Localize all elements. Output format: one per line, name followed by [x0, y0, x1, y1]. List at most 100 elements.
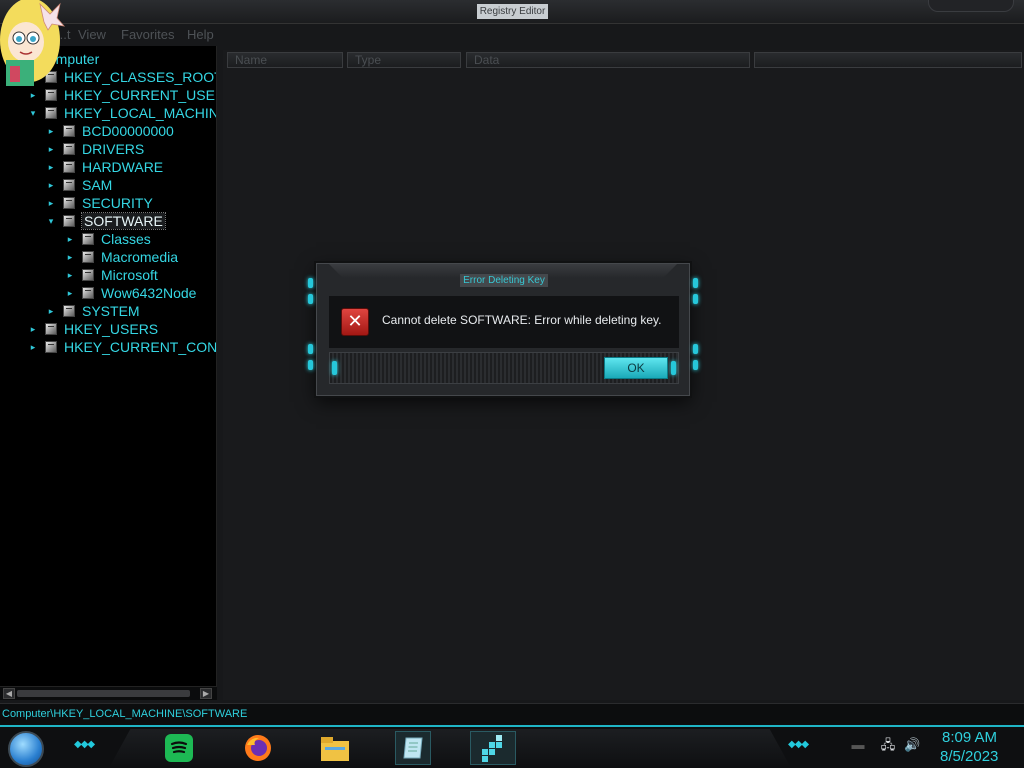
dialog-led-decoration — [693, 294, 698, 304]
dialog-led-decoration — [693, 360, 698, 370]
clock-time[interactable]: 8:09 AM — [942, 729, 997, 746]
registry-key-folder-icon — [45, 107, 57, 119]
horizontal-scrollbar[interactable]: ◀ ▶ — [0, 686, 217, 700]
start-button[interactable] — [8, 731, 44, 767]
tree-item[interactable]: ▸ Microsoft — [65, 266, 158, 284]
menu-help[interactable]: Help — [187, 27, 214, 42]
expand-arrow-icon[interactable]: ▸ — [46, 306, 56, 316]
tree-item[interactable]: ▸ Classes — [65, 230, 151, 248]
error-dialog[interactable]: Error Deleting Key ✕ Cannot delete SOFTW… — [308, 263, 698, 396]
tree-item[interactable]: ▾ SOFTWARE — [46, 212, 166, 230]
title-bar[interactable]: Registry Editor — [0, 0, 1024, 24]
tree-item[interactable]: ▸ BCD00000000 — [46, 122, 174, 140]
registry-tree[interactable]: ...mputer ▸HKEY_CLASSES_ROOT▸HKEY_CURREN… — [0, 46, 217, 686]
expand-arrow-icon[interactable]: ▸ — [46, 126, 56, 136]
registry-key-folder-icon — [63, 161, 75, 173]
tree-item[interactable]: ▸ SYSTEM — [46, 302, 140, 320]
expand-arrow-icon[interactable]: ▸ — [46, 198, 56, 208]
column-header-name[interactable]: Name — [227, 52, 343, 68]
expand-arrow-icon[interactable]: ▸ — [65, 234, 75, 244]
registry-key-folder-icon — [45, 89, 57, 101]
menu-view[interactable]: View — [78, 27, 106, 42]
registry-key-folder-icon — [63, 179, 75, 191]
column-header-data[interactable]: Data — [466, 52, 750, 68]
spotify-icon[interactable] — [162, 731, 196, 765]
expand-arrow-icon[interactable]: ▸ — [28, 342, 38, 352]
firefox-icon[interactable] — [241, 731, 275, 765]
network-icon[interactable]: 🖧 — [880, 737, 896, 753]
menu-favorites[interactable]: Favorites — [121, 27, 174, 42]
tree-item[interactable]: ▸ HARDWARE — [46, 158, 163, 176]
registry-key-folder-icon — [45, 341, 57, 353]
ok-button[interactable]: OK — [604, 357, 668, 379]
registry-key-folder-icon — [63, 215, 75, 227]
file-explorer-icon[interactable] — [318, 731, 352, 765]
dialog-led-decoration — [693, 344, 698, 354]
show-hidden-icons-icon[interactable]: ▬ — [850, 737, 866, 753]
tree-item-label: HKEY_USERS — [64, 321, 159, 337]
chevron-decoration-icon: ◆◆◆ — [788, 739, 809, 750]
scroll-right-button[interactable]: ▶ — [200, 688, 212, 699]
registry-key-folder-icon — [45, 323, 57, 335]
tree-item-label: BCD00000000 — [82, 123, 174, 139]
dialog-led-decoration — [308, 294, 313, 304]
scroll-thumb[interactable] — [17, 690, 190, 697]
window-controls[interactable] — [928, 0, 1014, 12]
tree-item[interactable]: ▸ Wow6432Node — [65, 284, 197, 302]
registry-key-folder-icon — [63, 197, 75, 209]
error-x-icon: ✕ — [341, 308, 369, 336]
expand-arrow-icon[interactable]: ▸ — [65, 288, 75, 298]
window-title: Registry Editor — [477, 4, 548, 19]
dialog-led-decoration — [671, 361, 676, 375]
dialog-led-decoration — [308, 360, 313, 370]
clock-date[interactable]: 8/5/2023 — [940, 748, 998, 765]
notepad-icon[interactable] — [395, 731, 431, 765]
registry-editor-icon[interactable] — [470, 731, 516, 765]
status-path: Computer\HKEY_LOCAL_MACHINE\SOFTWARE — [2, 708, 248, 720]
expand-arrow-icon[interactable]: ▸ — [65, 270, 75, 280]
volume-icon[interactable]: 🔊 — [904, 737, 920, 753]
expand-arrow-icon[interactable]: ▸ — [28, 324, 38, 334]
expand-arrow-icon[interactable]: ▸ — [28, 90, 38, 100]
tree-item-label: Wow6432Node — [101, 285, 197, 301]
collapse-arrow-icon[interactable]: ▾ — [28, 108, 38, 118]
dialog-button-area: OK — [329, 352, 679, 384]
expand-arrow-icon[interactable]: ▸ — [46, 180, 56, 190]
tree-item-label: HKEY_CURRENT_USER — [64, 87, 217, 103]
tree-item-label: HKEY_LOCAL_MACHINE — [64, 105, 217, 121]
tree-item-label: HKEY_CURRENT_CONFI — [64, 339, 217, 355]
tree-item-label: Macromedia — [101, 249, 179, 265]
tree-item[interactable]: ▸ HKEY_CURRENT_CONFI — [28, 338, 217, 356]
tree-item[interactable]: ▾ HKEY_LOCAL_MACHINE — [28, 104, 217, 122]
tree-item-label: SAM — [82, 177, 113, 193]
tree-item[interactable]: ▸ SAM — [46, 176, 113, 194]
mascot-sticker-icon — [0, 0, 66, 86]
collapse-arrow-icon[interactable]: ▾ — [46, 216, 56, 226]
tree-item-label: SYSTEM — [82, 303, 140, 319]
column-header-type[interactable]: Type — [347, 52, 461, 68]
dialog-led-decoration — [308, 278, 313, 288]
tree-item[interactable]: ▸ HKEY_USERS — [28, 320, 158, 338]
registry-key-folder-icon — [82, 233, 94, 245]
registry-key-folder-icon — [82, 251, 94, 263]
dialog-led-decoration — [332, 361, 337, 375]
tree-item[interactable]: ▸ DRIVERS — [46, 140, 145, 158]
dialog-title: Error Deleting Key — [460, 274, 548, 287]
registry-key-folder-icon — [82, 269, 94, 281]
status-bar: Computer\HKEY_LOCAL_MACHINE\SOFTWARE — [0, 703, 1024, 725]
registry-key-folder-icon — [82, 287, 94, 299]
tree-item-label: SECURITY — [82, 195, 153, 211]
tree-item[interactable]: ▸ Macromedia — [65, 248, 178, 266]
dialog-body: ✕ Cannot delete SOFTWARE: Error while de… — [329, 296, 679, 348]
tree-item-label: HKEY_CLASSES_ROOT — [64, 69, 217, 85]
column-header-empty — [754, 52, 1022, 68]
expand-arrow-icon[interactable]: ▸ — [46, 162, 56, 172]
scroll-left-button[interactable]: ◀ — [3, 688, 15, 699]
expand-arrow-icon[interactable]: ▸ — [46, 144, 56, 154]
expand-arrow-icon[interactable]: ▸ — [65, 252, 75, 262]
dialog-message: Cannot delete SOFTWARE: Error while dele… — [382, 313, 662, 327]
tree-item-label: SOFTWARE — [81, 212, 166, 230]
tree-item-label: Classes — [101, 231, 151, 247]
chevron-decoration-icon: ◆◆◆ — [74, 739, 95, 750]
tree-item[interactable]: ▸ SECURITY — [46, 194, 153, 212]
